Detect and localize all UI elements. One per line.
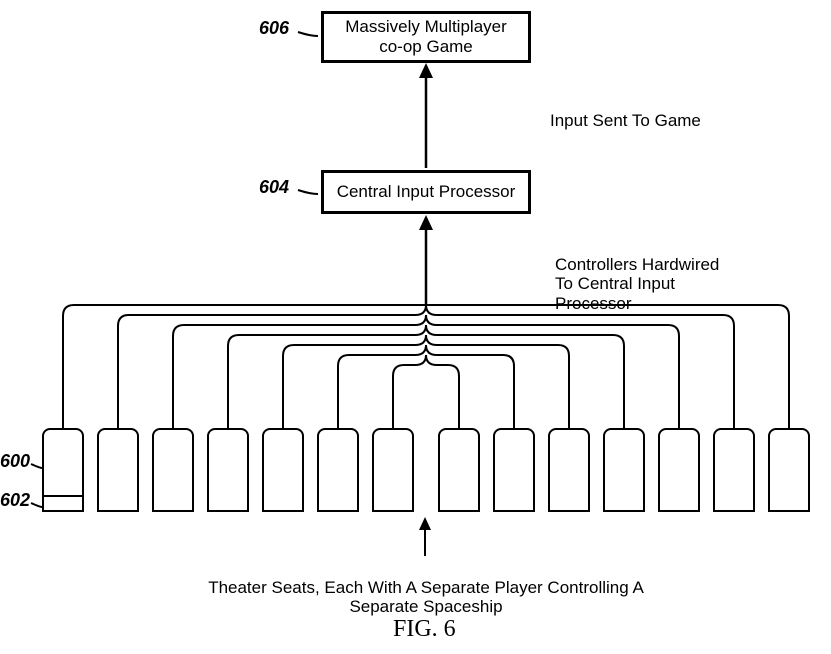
theater-seat [152, 428, 194, 512]
ref-600: 600 [0, 451, 30, 472]
ref-602-text: 602 [0, 490, 30, 510]
ref-600-text: 600 [0, 451, 30, 471]
theater-seat [207, 428, 249, 512]
theater-seat [42, 428, 84, 497]
theater-seat [493, 428, 535, 512]
theater-seat [317, 428, 359, 512]
theater-seat [438, 428, 480, 512]
label-hardwired: Controllers Hardwired To Central Input P… [555, 235, 719, 313]
ref-604: 604 [259, 177, 289, 198]
figure-label: FIG. 6 [393, 616, 456, 643]
theater-seat [372, 428, 414, 512]
ref-604-text: 604 [259, 177, 289, 197]
theater-seat [713, 428, 755, 512]
figure-label-text: FIG. 6 [393, 616, 456, 642]
theater-seat-base [42, 495, 84, 512]
ref-606-text: 606 [259, 18, 289, 38]
theater-seat [262, 428, 304, 512]
theater-seat [548, 428, 590, 512]
label-input-sent-text: Input Sent To Game [550, 111, 701, 130]
theater-seat [658, 428, 700, 512]
theater-seat [97, 428, 139, 512]
seats-caption-text: Theater Seats, Each With A Separate Play… [208, 578, 644, 617]
ref-606: 606 [259, 18, 289, 39]
theater-seat [768, 428, 810, 512]
theater-seat [603, 428, 645, 512]
label-input-sent: Input Sent To Game [550, 111, 701, 131]
label-hardwired-text: Controllers Hardwired To Central Input P… [555, 255, 719, 313]
connector-lines [0, 0, 831, 654]
ref-602: 602 [0, 490, 30, 511]
seats-caption: Theater Seats, Each With A Separate Play… [170, 558, 682, 617]
